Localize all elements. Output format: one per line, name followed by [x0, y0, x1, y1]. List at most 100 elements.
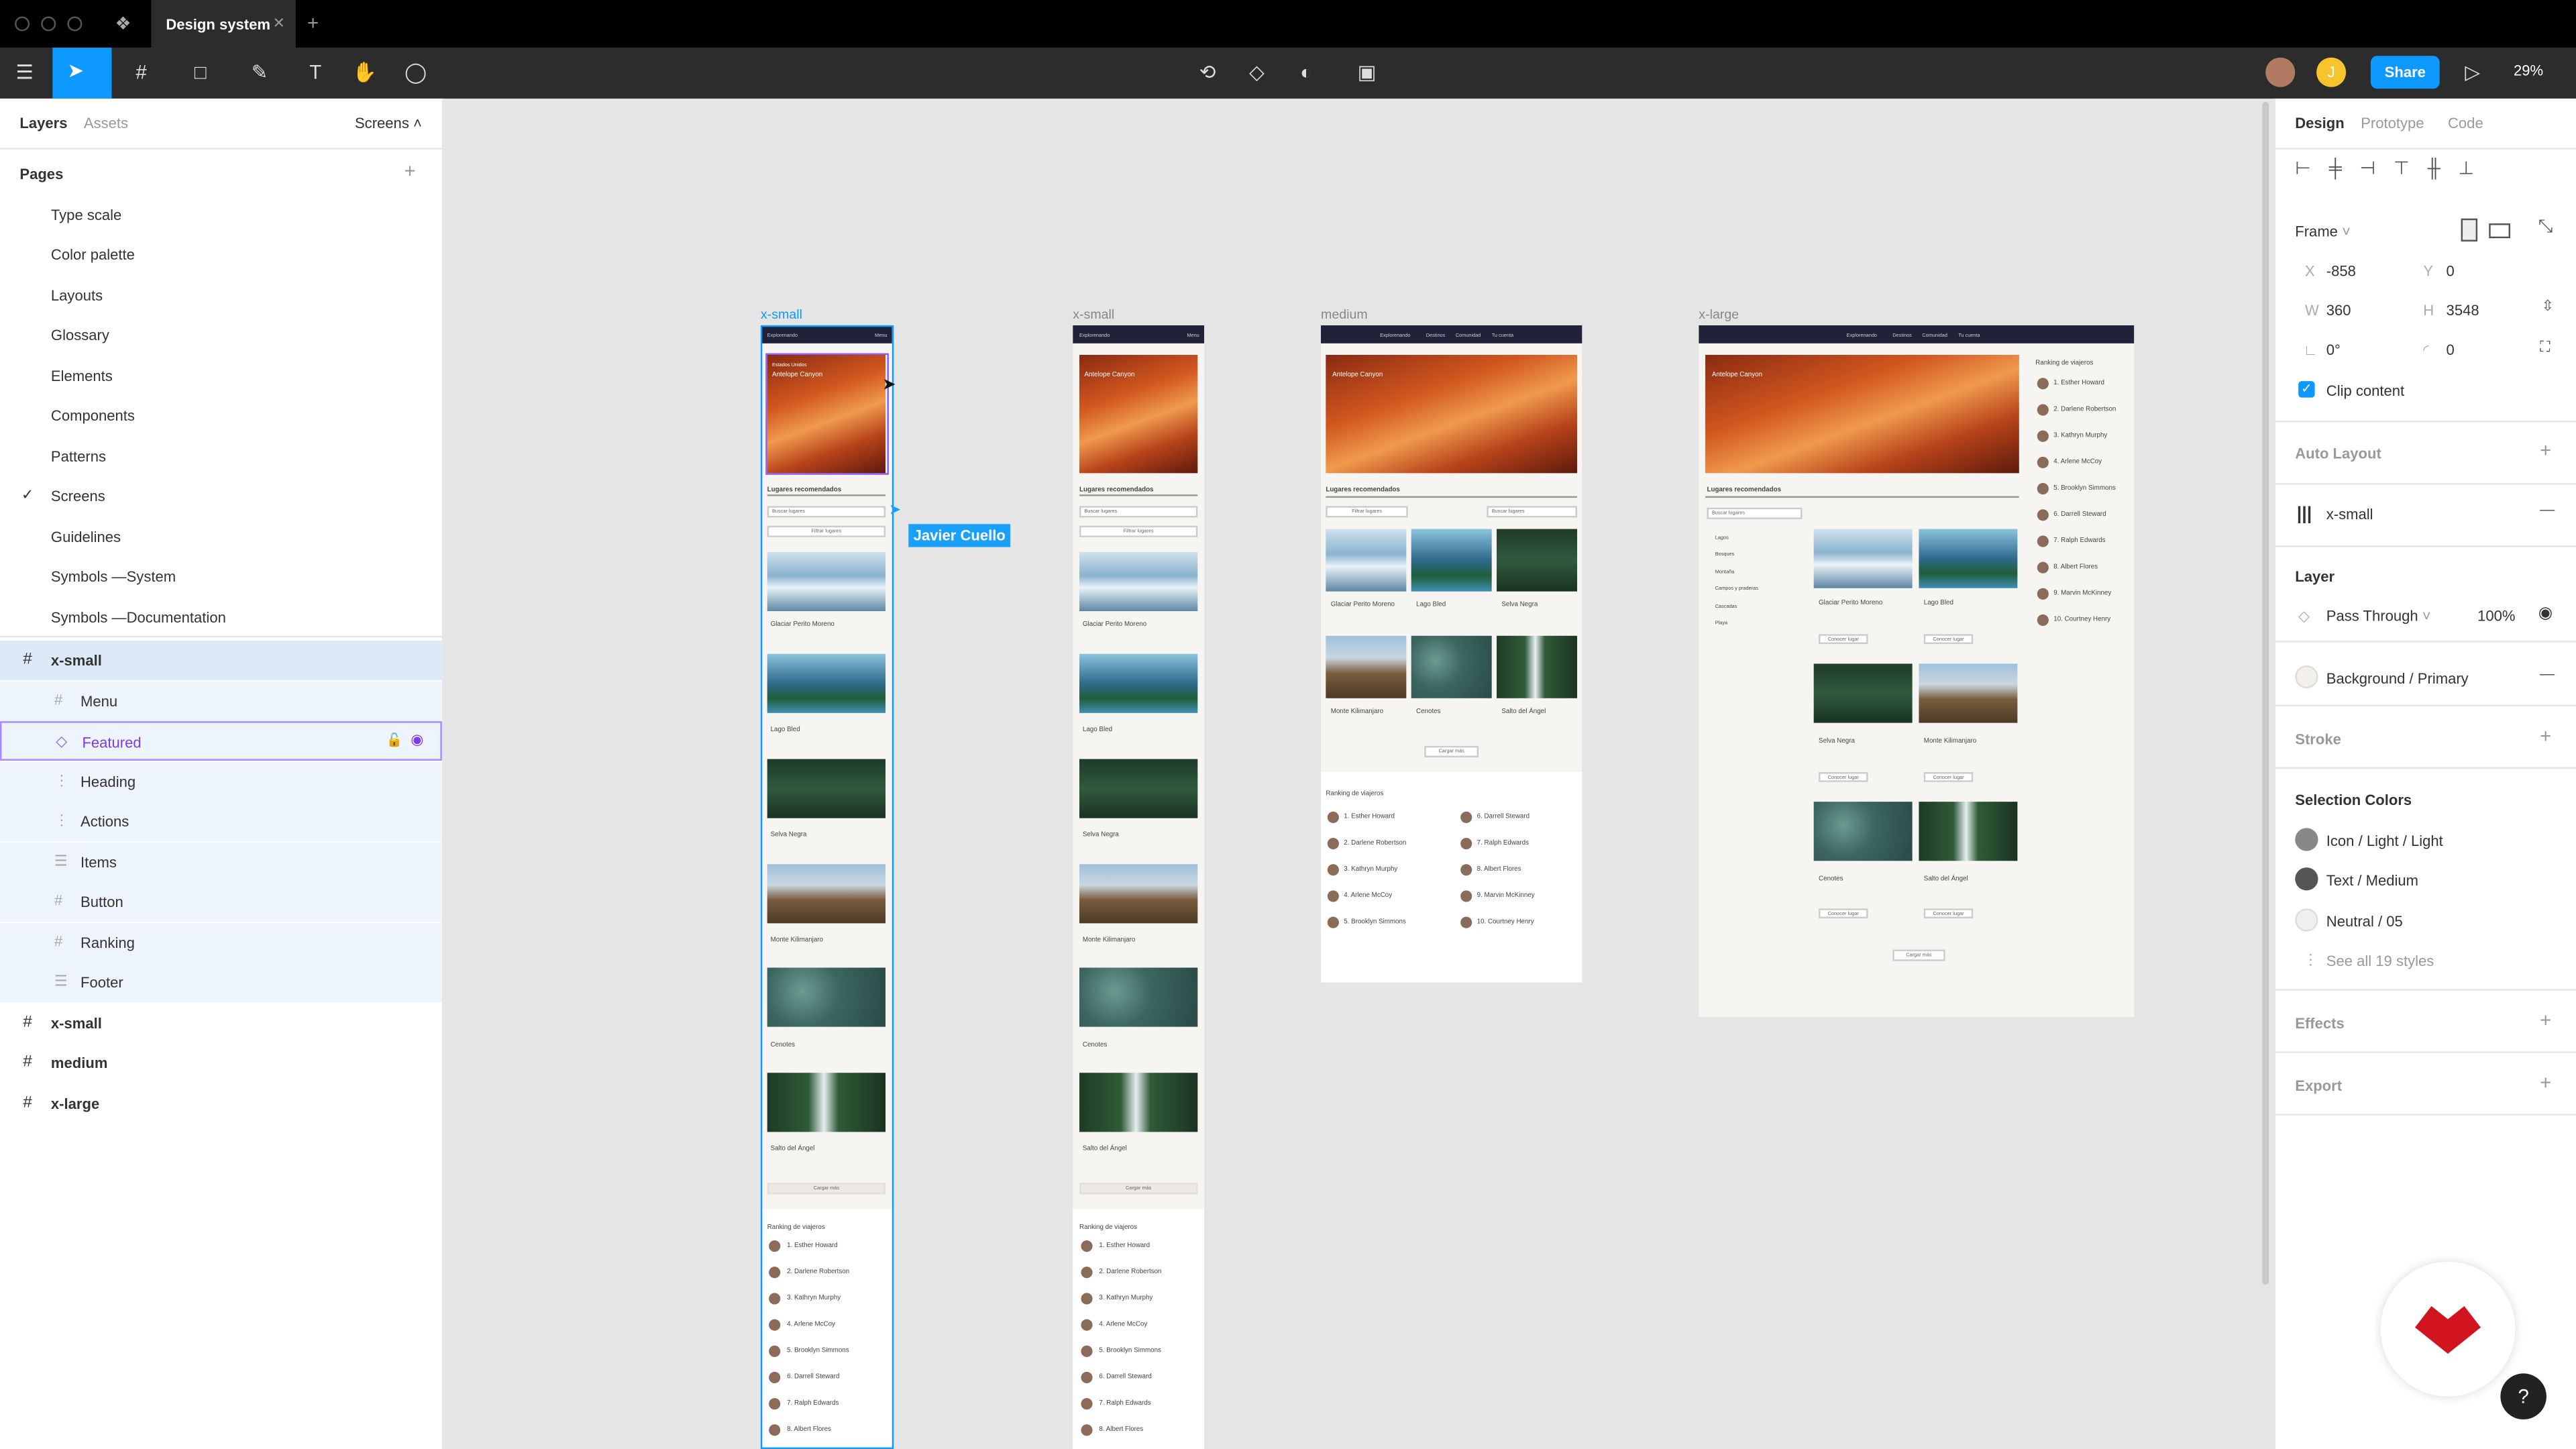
color-swatch[interactable] [2295, 908, 2318, 932]
filter-option[interactable]: Cascadas [1715, 603, 1737, 610]
text-tool-icon[interactable]: T [303, 59, 329, 87]
place-button[interactable]: Conocer lugar [1923, 772, 1974, 782]
window-zoom-dot[interactable] [67, 16, 83, 32]
hand-tool-icon[interactable]: ✋ [352, 59, 378, 87]
window-minimize-dot[interactable] [41, 16, 56, 32]
close-tab-icon[interactable]: ✕ [273, 15, 285, 33]
zoom-level[interactable]: 29% [2514, 62, 2543, 78]
frame-label[interactable]: x-large [1699, 307, 1739, 322]
frame-dropdown[interactable]: Frame ˅ [2295, 223, 2351, 239]
search-input[interactable]: Buscar lugares [1079, 506, 1198, 518]
layer-row-heading[interactable]: ⋮ Heading [0, 762, 442, 802]
filter-button[interactable]: Filtrar lugares [1079, 525, 1198, 537]
load-more-button[interactable]: Cargar más [1079, 1183, 1198, 1195]
fill-swatch[interactable] [2295, 665, 2318, 689]
color-swatch[interactable] [2295, 867, 2318, 891]
pages-dropdown[interactable]: Screens ˄ [355, 115, 422, 131]
height-field[interactable]: 3548 [2447, 303, 2479, 319]
page-item[interactable]: Type scale [51, 207, 121, 223]
canvas-scrollbar[interactable] [2262, 101, 2269, 1285]
add-effect-icon[interactable]: + [2540, 1009, 2551, 1032]
pen-tool-icon[interactable]: ✎ [243, 59, 276, 87]
tab-layers[interactable]: Layers [19, 115, 67, 131]
window-close-dot[interactable] [15, 16, 30, 32]
radius-field[interactable]: 0 [2447, 341, 2455, 358]
filter-option[interactable]: Montaña [1715, 568, 1735, 575]
page-item[interactable]: Elements [51, 368, 113, 384]
tab-assets[interactable]: Assets [84, 115, 128, 131]
present-play-icon[interactable]: ▷ [2461, 59, 2484, 87]
remove-grid-icon[interactable]: — [2540, 501, 2555, 517]
layer-row-actions[interactable]: ⋮ Actions [0, 802, 442, 841]
page-item[interactable]: Symbols —Documentation [51, 610, 226, 626]
load-more-button[interactable]: Cargar más [1892, 949, 1945, 961]
align-tools-icon[interactable]: ⊢╪⊣⊤╫⊥ [2295, 158, 2492, 179]
opacity-field[interactable]: 100% [2477, 608, 2515, 624]
mask-icon[interactable]: ◐ [1293, 59, 1319, 87]
color-style-name[interactable]: Text / Medium [2326, 872, 2418, 888]
component-reset-icon[interactable]: ⟲ [1194, 59, 1220, 87]
tab-prototype[interactable]: Prototype [2361, 115, 2424, 131]
move-tool-button[interactable]: ➤ [52, 48, 112, 99]
color-style-name[interactable]: Icon / Light / Light [2326, 833, 2443, 849]
frame-label[interactable]: x-small [1073, 307, 1114, 322]
independent-corners-icon[interactable]: ⛶ [2540, 338, 2550, 356]
landscape-icon[interactable] [2489, 223, 2511, 239]
page-item[interactable]: Symbols —System [51, 568, 176, 584]
color-style-name[interactable]: Neutral / 05 [2326, 914, 2403, 930]
page-item[interactable]: Glossary [51, 327, 109, 343]
place-button[interactable]: Conocer lugar [1819, 634, 1868, 645]
comment-tool-icon[interactable]: ◯ [402, 59, 429, 87]
filter-button[interactable]: Filtrar lugares [1326, 506, 1408, 518]
place-button[interactable]: Conocer lugar [1819, 772, 1868, 782]
layer-row-featured[interactable]: ◇ Featured 🔓 ◉ [0, 721, 442, 761]
file-tab[interactable]: Design system ✕ [151, 0, 296, 48]
shape-tool-icon[interactable]: □ [184, 59, 217, 87]
layer-row-x-small-2[interactable]: # x-small [0, 1004, 442, 1043]
filter-option[interactable]: Lagos [1715, 534, 1729, 541]
plugin-launcher-button[interactable] [2380, 1261, 2516, 1397]
layer-row-ranking[interactable]: # Ranking [0, 923, 442, 963]
layer-row-x-small[interactable]: # x-small [0, 641, 442, 680]
help-button[interactable]: ? [2500, 1373, 2546, 1419]
portrait-icon[interactable] [2461, 218, 2478, 242]
search-input[interactable]: Buscar lugares [1707, 507, 1803, 519]
add-export-icon[interactable]: + [2540, 1071, 2551, 1094]
constrain-proportions-icon[interactable]: ⇳ [2542, 297, 2554, 315]
boolean-ops-icon[interactable]: ▣ [1347, 59, 1387, 87]
frame-medium[interactable]: Explorenando Destinos Comunidad Tu cuenta A… [1320, 325, 1582, 983]
layer-row-items[interactable]: ☰ Items [0, 843, 442, 883]
add-auto-layout-icon[interactable]: + [2540, 439, 2551, 462]
place-button[interactable]: Conocer lugar [1819, 908, 1868, 918]
layer-row-x-large[interactable]: # x-large [0, 1084, 442, 1124]
fill-style-name[interactable]: Background / Primary [2326, 670, 2469, 686]
main-menu-icon[interactable]: ☰ [13, 59, 36, 87]
color-swatch[interactable] [2295, 828, 2318, 851]
rotation-field[interactable]: 0° [2326, 341, 2341, 358]
filter-option[interactable]: Bosques [1715, 550, 1735, 557]
x-field[interactable]: -858 [2326, 263, 2356, 279]
place-button[interactable]: Conocer lugar [1923, 634, 1974, 645]
page-item[interactable]: Components [51, 407, 135, 423]
collaborator-avatar[interactable]: J [2316, 57, 2347, 87]
layer-row-medium[interactable]: # medium [0, 1043, 442, 1083]
frame-x-large[interactable]: Explorenando Destinos Comunidad Tu cuenta A… [1699, 325, 2135, 1017]
add-stroke-icon[interactable]: + [2540, 724, 2551, 747]
layout-grid-name[interactable]: x-small [2326, 506, 2373, 522]
page-item[interactable]: Guidelines [51, 529, 121, 545]
lock-icon[interactable]: 🔓 [386, 733, 402, 747]
clip-content-checkbox[interactable]: ✓ [2298, 381, 2315, 398]
layer-row-menu[interactable]: # Menu [0, 682, 442, 722]
y-field[interactable]: 0 [2447, 263, 2455, 279]
frame-x-small-2[interactable]: Explorenando Menu Antelope Canyon Lugares… [1073, 325, 1205, 1449]
tab-code[interactable]: Code [2448, 115, 2483, 131]
figma-logo-icon[interactable]: ❖ [115, 13, 131, 34]
visibility-eye-icon[interactable]: ◉ [2538, 604, 2553, 623]
resize-to-fit-icon[interactable]: ⤡ [2538, 217, 2553, 238]
search-input[interactable]: Buscar lugares [1487, 506, 1578, 518]
frame-tool-icon[interactable]: # [125, 59, 158, 87]
tab-design[interactable]: Design [2295, 115, 2345, 131]
eye-icon[interactable]: ◉ [411, 731, 423, 749]
remove-fill-icon[interactable]: — [2540, 665, 2555, 682]
frame-label[interactable]: medium [1321, 307, 1368, 322]
